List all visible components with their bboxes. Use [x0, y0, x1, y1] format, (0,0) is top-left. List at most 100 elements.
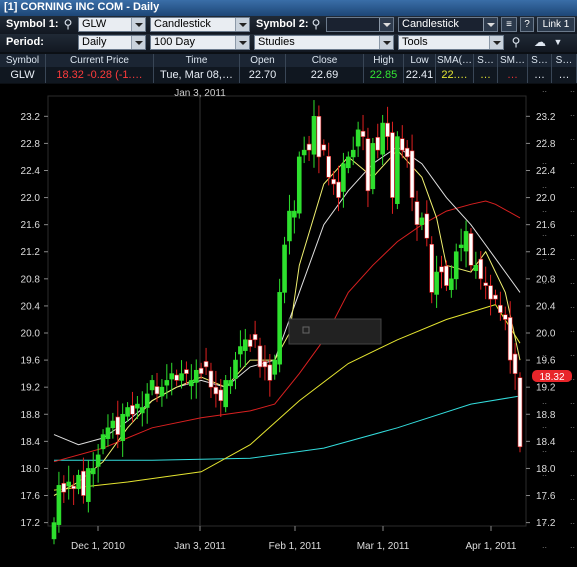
- candle-body: [287, 210, 292, 242]
- chevron-down-icon[interactable]: [379, 36, 393, 49]
- list-menu-icon[interactable]: ≡: [501, 17, 517, 32]
- chevron-down-icon[interactable]: [131, 36, 145, 49]
- candle-body: [493, 294, 498, 300]
- candle-body: [395, 136, 400, 204]
- candle-body: [355, 129, 361, 147]
- gutter-dots: ..: [570, 180, 575, 190]
- y-tick-label: 20.4: [21, 301, 41, 312]
- link-button[interactable]: Link 1: [537, 17, 575, 32]
- search-icon[interactable]: ⚲: [60, 17, 76, 32]
- column-header: S…: [552, 54, 577, 67]
- chevron-down-icon[interactable]: [235, 18, 249, 31]
- candle-body: [105, 427, 111, 439]
- candle-body: [184, 369, 189, 374]
- candle-body: [71, 485, 76, 490]
- gutter-dots: ..: [542, 348, 547, 358]
- y-tick-label: 18.4: [21, 437, 41, 448]
- chevron-down-icon[interactable]: [483, 18, 497, 31]
- gutter-dots: ..: [542, 180, 547, 190]
- gutter-dots: ..: [570, 516, 575, 526]
- comment-icon[interactable]: ☁: [530, 35, 550, 50]
- candle-body: [154, 386, 160, 395]
- candle-body: [429, 243, 435, 293]
- column-header: SMA(…: [437, 54, 474, 67]
- gutter-dots: ..: [570, 276, 575, 286]
- x-tick-label: Apr 1, 2011: [466, 541, 517, 552]
- symbol1-input[interactable]: GLW: [78, 17, 146, 32]
- candle-body: [350, 149, 356, 158]
- symbol2-label: Symbol 2:: [256, 18, 309, 30]
- gutter-dots: ..: [542, 228, 547, 238]
- candle-body: [174, 374, 179, 381]
- chart-type1-select[interactable]: Candlestick: [150, 17, 250, 32]
- candle-body: [336, 181, 341, 198]
- candle-body: [365, 138, 371, 192]
- period-select[interactable]: Daily: [78, 35, 146, 50]
- y-tick-label: 20.0: [21, 329, 41, 340]
- gutter-dots: ..: [570, 108, 575, 118]
- gutter-dots: ..: [542, 444, 547, 454]
- candle-body: [282, 244, 287, 293]
- quote-study-2: …: [498, 67, 528, 83]
- quote-high: 22.85: [364, 67, 404, 83]
- chevron-down-icon[interactable]: [489, 36, 503, 49]
- chart-type2-select[interactable]: Candlestick: [398, 17, 498, 32]
- chevron-down-icon[interactable]: ▼: [552, 35, 564, 50]
- candle-body: [100, 434, 106, 450]
- gutter-dots: ..: [570, 204, 575, 214]
- gutter-dots: ..: [570, 324, 575, 334]
- candle-body: [306, 143, 312, 151]
- gutter-dots: ..: [570, 84, 575, 94]
- candle-body: [208, 370, 214, 388]
- y-tick-label: 20.8: [21, 274, 41, 285]
- studies-select[interactable]: Studies: [254, 35, 394, 50]
- candle-body: [385, 122, 390, 137]
- candle-body: [419, 217, 425, 225]
- candle-body: [478, 258, 484, 280]
- candle-body: [296, 156, 302, 214]
- candle-body: [228, 380, 233, 387]
- column-header: S…: [474, 54, 498, 67]
- candle-body: [56, 485, 62, 525]
- candle-body: [257, 345, 263, 368]
- gutter-dots: ..: [542, 84, 547, 94]
- candle-body: [375, 137, 381, 151]
- candle-body: [409, 150, 415, 198]
- gutter-dots: ..: [542, 396, 547, 406]
- symbol2-input[interactable]: [326, 17, 394, 32]
- candle-body: [233, 359, 238, 379]
- candle-body: [399, 138, 405, 151]
- quote-study-1: …: [474, 67, 498, 83]
- gutter-dots: ..: [542, 276, 547, 286]
- y-tick-label: 22.4: [536, 166, 556, 177]
- chevron-down-icon[interactable]: [379, 18, 393, 31]
- column-header: High: [364, 54, 404, 67]
- candle-body: [179, 373, 184, 381]
- quote-close: 22.69: [286, 67, 364, 83]
- quote-price: 18.32: [56, 69, 84, 81]
- gutter-dots: ..: [542, 492, 547, 502]
- help-button[interactable]: ?: [520, 17, 534, 32]
- symbol-toolbar: Symbol 1: ⚲ GLW Candlestick Symbol 2: ⚲ …: [0, 16, 577, 34]
- gutter-dots: ..: [570, 468, 575, 478]
- range-select[interactable]: 100 Day: [150, 35, 250, 50]
- zoom-icon[interactable]: ⚲: [508, 35, 524, 50]
- price-chart[interactable]: 17.2 17.217.6 17.618.0 18.018.4 18.418.8 18.8…: [0, 84, 577, 567]
- symbol1-label: Symbol 1:: [6, 18, 59, 30]
- quote-current-price: 18.32 -0.28 (-1.…: [46, 67, 154, 83]
- tools-select[interactable]: Tools: [398, 35, 504, 50]
- chevron-down-icon[interactable]: [235, 36, 249, 49]
- candle-body: [272, 359, 278, 375]
- column-header: Open: [240, 54, 286, 67]
- candle-body: [301, 149, 307, 156]
- symbol1-value: GLW: [82, 18, 107, 30]
- table-row[interactable]: GLW 18.32 -0.28 (-1.… Tue, Mar 08,… 22.7…: [0, 67, 577, 83]
- y-tick-label: 19.2: [536, 383, 556, 394]
- range-value: 100 Day: [154, 36, 195, 48]
- chevron-down-icon[interactable]: [131, 18, 145, 31]
- candle-body: [66, 481, 72, 487]
- gutter-dots: ..: [542, 540, 547, 550]
- gutter-dots: ..: [570, 300, 575, 310]
- candle-body: [468, 233, 474, 266]
- search-icon[interactable]: ⚲: [308, 17, 324, 32]
